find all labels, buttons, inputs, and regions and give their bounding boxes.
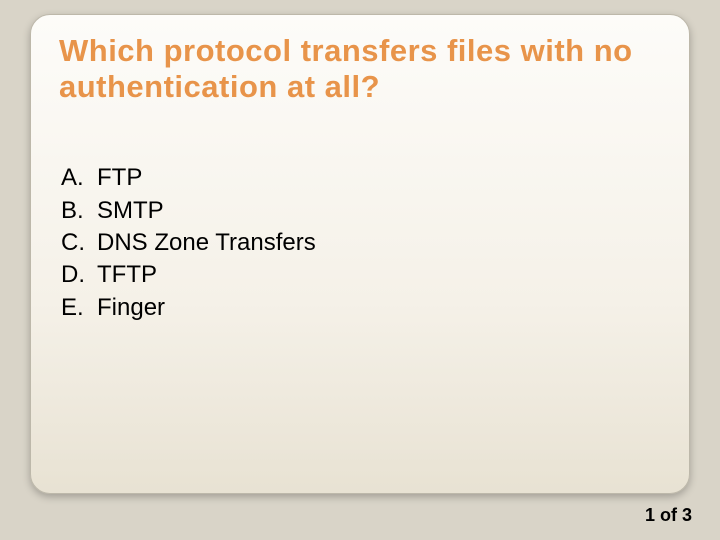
option-d: D. TFTP <box>61 259 661 291</box>
option-letter: D. <box>61 259 97 291</box>
question-title: Which protocol transfers files with no a… <box>59 33 661 104</box>
option-b: B. SMTP <box>61 195 661 227</box>
page-counter: 1 of 3 <box>645 505 692 526</box>
option-a: A. FTP <box>61 162 661 194</box>
option-text: FTP <box>97 162 142 194</box>
option-letter: C. <box>61 227 97 259</box>
slide-card: Which protocol transfers files with no a… <box>30 14 690 494</box>
option-letter: E. <box>61 292 97 324</box>
option-text: SMTP <box>97 195 164 227</box>
option-text: Finger <box>97 292 165 324</box>
option-letter: B. <box>61 195 97 227</box>
option-text: TFTP <box>97 259 157 291</box>
option-letter: A. <box>61 162 97 194</box>
option-c: C. DNS Zone Transfers <box>61 227 661 259</box>
option-text: DNS Zone Transfers <box>97 227 316 259</box>
option-e: E. Finger <box>61 292 661 324</box>
options-list: A. FTP B. SMTP C. DNS Zone Transfers D. … <box>61 162 661 324</box>
